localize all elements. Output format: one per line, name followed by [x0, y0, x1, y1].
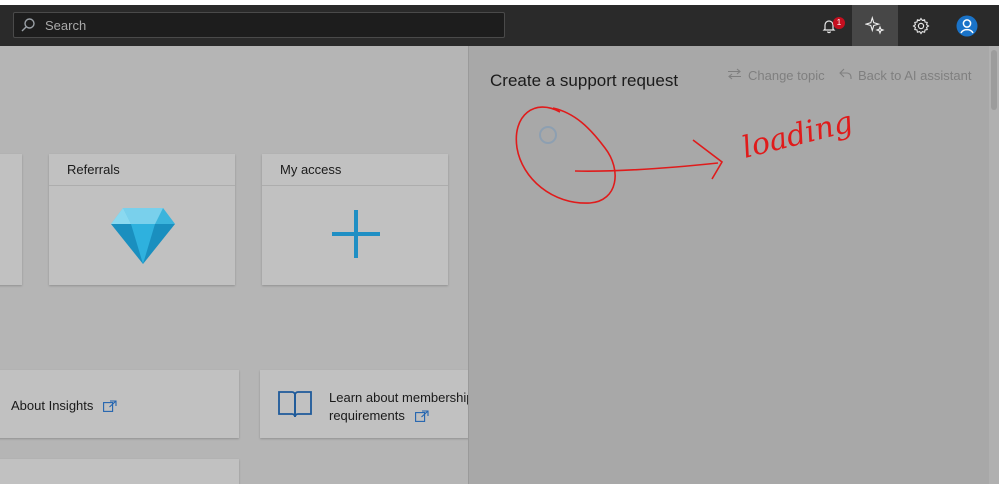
- about-insights-card[interactable]: About Insights: [0, 370, 239, 438]
- change-topic-label: Change topic: [748, 68, 825, 83]
- card-title: My access: [262, 154, 448, 186]
- partial-card[interactable]: [0, 154, 22, 285]
- scrollbar[interactable]: [989, 46, 999, 484]
- search-icon: [20, 17, 36, 38]
- main-content: Referrals My access About Insights Learn…: [0, 46, 468, 484]
- external-link-icon: [103, 400, 117, 415]
- panel-title: Create a support request: [490, 71, 679, 90]
- membership-link-line1[interactable]: Learn about membership: [329, 389, 468, 407]
- diamond-icon: [111, 208, 175, 269]
- membership-link-line2[interactable]: requirements: [329, 408, 405, 423]
- referrals-card[interactable]: Referrals: [49, 154, 235, 285]
- account-button[interactable]: [944, 5, 990, 46]
- back-to-ai-label: Back to AI assistant: [858, 68, 972, 83]
- about-insights-link[interactable]: About Insights: [11, 398, 93, 413]
- back-to-ai-button[interactable]: Back to AI assistant: [839, 68, 971, 83]
- settings-button[interactable]: [898, 5, 944, 46]
- loading-spinner: [539, 126, 557, 144]
- my-access-card[interactable]: My access: [262, 154, 448, 285]
- change-topic-button[interactable]: Change topic: [727, 68, 825, 83]
- card-title: Referrals: [49, 154, 235, 186]
- partial-card-bottom[interactable]: [0, 459, 239, 484]
- notifications-button[interactable]: [806, 5, 852, 46]
- copilot-button[interactable]: [852, 5, 898, 46]
- search-input[interactable]: Search: [45, 18, 86, 33]
- support-request-panel: Create a support request Change topic Ba…: [468, 46, 999, 484]
- plus-icon: [330, 208, 382, 265]
- book-icon: [277, 389, 313, 424]
- membership-card[interactable]: Learn about membership requirements: [260, 370, 468, 438]
- top-bar: Search 1: [0, 5, 999, 46]
- back-arrow-icon: [839, 68, 852, 83]
- swap-icon: [727, 68, 742, 83]
- external-link-icon: [414, 409, 429, 427]
- scrollbar-thumb[interactable]: [991, 50, 997, 110]
- notification-badge: 1: [833, 17, 845, 29]
- search-box[interactable]: Search: [13, 12, 505, 38]
